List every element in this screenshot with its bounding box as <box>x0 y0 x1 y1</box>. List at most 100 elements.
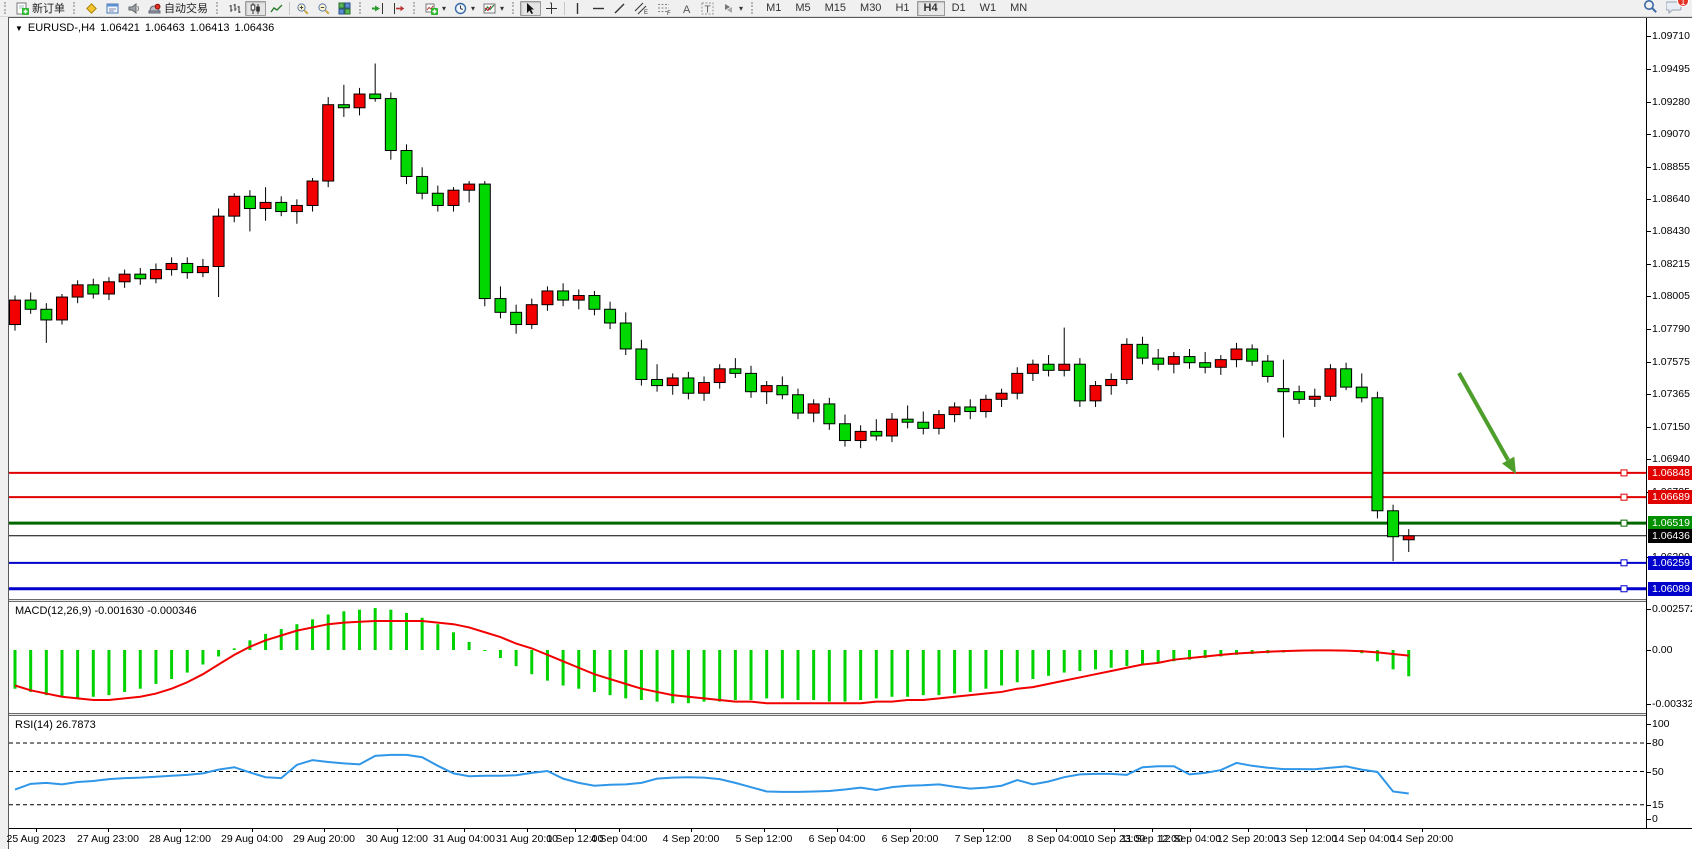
cursor-tool-button[interactable] <box>520 1 541 16</box>
new-chart-button[interactable]: ▾ <box>421 1 450 16</box>
tick-mark <box>108 829 109 832</box>
templates-button[interactable]: ▾ <box>479 1 508 16</box>
chevron-down-icon[interactable]: ▼ <box>15 24 23 33</box>
price-axis[interactable]: 1.097101.094951.092801.090701.088551.086… <box>1646 18 1692 828</box>
tick-mark <box>1647 199 1651 200</box>
timeframe-m1-button[interactable]: M1 <box>759 1 788 16</box>
price-tick-label: 1.09280 <box>1652 96 1690 108</box>
data-window-button[interactable] <box>102 1 123 16</box>
trendline-tool-button[interactable] <box>609 1 630 16</box>
timeframe-w1-button[interactable]: W1 <box>973 1 1004 16</box>
search-icon[interactable] <box>1643 0 1658 17</box>
tile-windows-icon <box>338 2 351 15</box>
toolbar-grip[interactable] <box>413 2 418 14</box>
candlestick-series <box>10 63 1415 561</box>
time-axis-label: 14 Sep 04:00 <box>1333 833 1395 845</box>
tick-mark <box>1647 394 1651 395</box>
autotrade-button[interactable]: 自动交易 <box>144 1 212 16</box>
horizontal-lines[interactable] <box>9 470 1646 592</box>
tick-mark <box>1647 650 1651 651</box>
time-axis-label: 29 Aug 04:00 <box>221 833 283 845</box>
price-tick-label: 1.08215 <box>1652 258 1690 270</box>
zoom-out-button[interactable] <box>313 1 334 16</box>
time-axis-label: 30 Aug 12:00 <box>366 833 428 845</box>
tick-mark <box>619 829 620 832</box>
fibonacci-tool-button[interactable]: F <box>653 1 676 16</box>
tile-windows-button[interactable] <box>334 1 355 16</box>
line-handle[interactable] <box>1621 494 1627 500</box>
time-axis-label: 6 Sep 20:00 <box>882 833 939 845</box>
time-axis-label: 28 Aug 12:00 <box>149 833 211 845</box>
template-icon <box>483 2 496 15</box>
price-tick-label: 1.08855 <box>1652 161 1690 173</box>
toolbar-grip[interactable] <box>4 2 9 14</box>
arrows-tool-button[interactable]: ▾ <box>718 1 747 16</box>
crosshair-tool-button[interactable] <box>541 1 562 16</box>
price-tick-label: 1.07575 <box>1652 356 1690 368</box>
tick-mark <box>1056 829 1057 832</box>
tick-mark <box>1647 772 1651 773</box>
rsi-axis-label: 100 <box>1652 718 1670 730</box>
timeframe-d1-button[interactable]: D1 <box>945 1 973 16</box>
vertical-line-icon <box>571 2 584 15</box>
timeframe-mn-button[interactable]: MN <box>1003 1 1034 16</box>
tick-mark <box>180 829 181 832</box>
price-tick-label: 1.09070 <box>1652 128 1690 140</box>
toolbar-grip[interactable] <box>359 2 364 14</box>
price-tag: 1.06089 <box>1648 582 1692 596</box>
time-axis-label: 8 Sep 04:00 <box>1028 833 1085 845</box>
market-button[interactable] <box>81 1 102 16</box>
tick-mark <box>1647 69 1651 70</box>
periods-button[interactable]: ▾ <box>450 1 479 16</box>
zoom-in-button[interactable] <box>292 1 313 16</box>
timeframe-m5-button[interactable]: M5 <box>788 1 817 16</box>
candlestick-chart-button[interactable] <box>245 1 266 16</box>
line-handle[interactable] <box>1621 586 1627 592</box>
time-axis[interactable]: 25 Aug 202327 Aug 23:0028 Aug 12:0029 Au… <box>9 828 1692 849</box>
text-label-icon: T <box>701 2 714 15</box>
auto-scroll-button[interactable] <box>367 1 388 16</box>
price-tick-label: 1.08430 <box>1652 225 1690 237</box>
text-tool-button[interactable]: A <box>676 1 697 16</box>
tick-mark <box>1647 264 1651 265</box>
zoom-out-icon <box>317 2 330 15</box>
text-label-tool-button[interactable]: T <box>697 1 718 16</box>
timeframe-h1-button[interactable]: H1 <box>888 1 916 16</box>
tick-mark <box>1190 829 1191 832</box>
rsi-pane[interactable] <box>9 716 1646 828</box>
horizontal-line-icon <box>592 2 605 15</box>
toolbar-separator <box>289 2 290 15</box>
line-handle[interactable] <box>1621 520 1627 526</box>
timeframe-m30-button[interactable]: M30 <box>853 1 888 16</box>
diamond-icon <box>85 2 98 15</box>
toolbar-grip[interactable] <box>73 2 78 14</box>
monitor-icon <box>106 2 119 15</box>
toolbar-grip[interactable] <box>512 2 517 14</box>
zoom-in-icon <box>296 2 309 15</box>
line-handle[interactable] <box>1621 560 1627 566</box>
line-chart-button[interactable] <box>266 1 287 16</box>
trend-arrow[interactable] <box>1459 373 1516 474</box>
line-handle[interactable] <box>1621 470 1627 476</box>
fibonacci-icon: F <box>657 2 672 15</box>
macd-axis-label: 0.002572 <box>1652 603 1692 615</box>
vertical-line-tool-button[interactable] <box>567 1 588 16</box>
macd-pane[interactable] <box>9 602 1646 713</box>
tick-mark <box>1647 724 1651 725</box>
main-chart-pane[interactable] <box>9 18 1646 599</box>
news-button[interactable] <box>123 1 144 16</box>
chevron-down-icon: ▾ <box>471 4 475 13</box>
bar-chart-button[interactable] <box>224 1 245 16</box>
toolbar-grip[interactable] <box>751 2 756 14</box>
chart-shift-button[interactable] <box>388 1 409 16</box>
open-value: 1.06421 <box>100 22 140 34</box>
channel-tool-button[interactable]: E <box>630 1 653 16</box>
chat-button[interactable]: 1 <box>1666 0 1682 17</box>
timeframe-m15-button[interactable]: M15 <box>818 1 853 16</box>
timeframe-h4-button[interactable]: H4 <box>917 1 945 16</box>
toolbar-grip[interactable] <box>216 2 221 14</box>
horizontal-line-tool-button[interactable] <box>588 1 609 16</box>
price-tick-label: 1.07150 <box>1652 421 1690 433</box>
macd-label: MACD(12,26,9) -0.001630 -0.000346 <box>15 605 197 617</box>
new-order-button[interactable]: 新订单 <box>12 1 69 16</box>
